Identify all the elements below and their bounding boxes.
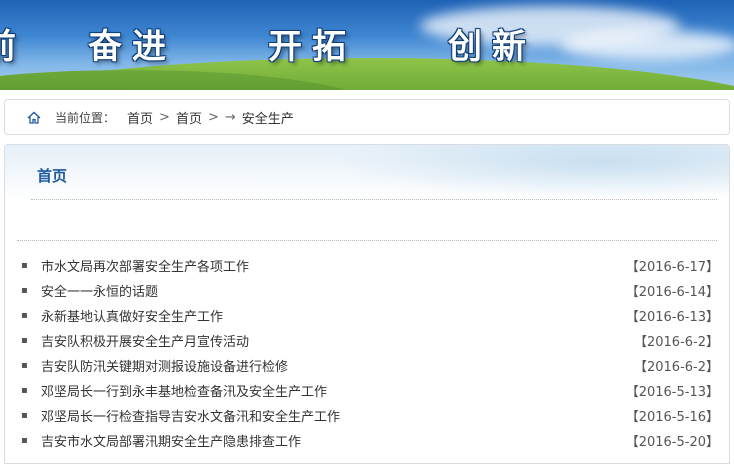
bullet-icon: ▪ [21, 435, 28, 446]
breadcrumb-current[interactable]: 安全生产 [242, 108, 294, 127]
news-item[interactable]: ▪ 市水文局再次部署安全生产各项工作 【2016-6-17】 [19, 253, 719, 278]
panel-title: 首页 [37, 167, 68, 185]
panel-header: 首页 [5, 145, 729, 201]
breadcrumb-label: 当前位置： [55, 110, 116, 125]
bullet-icon: ▪ [21, 360, 28, 371]
panel-decoration [309, 145, 729, 201]
news-title[interactable]: 吉安市水文局部署汛期安全生产隐患排查工作 [41, 431, 626, 450]
divider [17, 240, 717, 241]
bullet-icon: ▪ [21, 310, 28, 321]
banner-slogan-2: 开拓 [268, 26, 356, 67]
news-date: 【2016-6-2】 [633, 335, 719, 350]
news-list: ▪ 市水文局再次部署安全生产各项工作 【2016-6-17】 ▪ 安全一一永恒的… [19, 253, 719, 453]
news-date: 【2016-6-17】 [625, 260, 719, 275]
banner-slogan-fragment: 前 [0, 18, 26, 68]
news-title[interactable]: 安全一一永恒的话题 [41, 281, 626, 300]
bullet-icon: ▪ [21, 285, 28, 296]
bullet-icon: ▪ [21, 410, 28, 421]
news-item[interactable]: ▪ 吉安市水文局部署汛期安全生产隐患排查工作 【2016-5-20】 [19, 428, 719, 453]
news-title[interactable]: 邓坚局长一行检查指导吉安水文备汛和安全生产工作 [41, 406, 626, 425]
news-item[interactable]: ▪ 邓坚局长一行到永丰基地检查备汛及安全生产工作 【2016-5-13】 [19, 378, 719, 403]
banner-slogan-1: 奋进 [88, 26, 176, 67]
news-title[interactable]: 吉安队防汛关键期对测报设施设备进行检修 [41, 356, 634, 375]
bullet-icon: ▪ [21, 260, 28, 271]
header-banner: 前 奋进 开拓 创新 [0, 0, 734, 90]
breadcrumb-home-link-2[interactable]: 首页 [176, 108, 202, 127]
bullet-icon: ▪ [21, 385, 28, 396]
news-item[interactable]: ▪ 永新基地认真做好安全生产工作 【2016-6-13】 [19, 303, 719, 328]
breadcrumb-separator: > [207, 109, 219, 125]
breadcrumb-arrow: → [224, 109, 236, 125]
news-title[interactable]: 邓坚局长一行到永丰基地检查备汛及安全生产工作 [41, 381, 626, 400]
breadcrumb-separator: > [159, 109, 170, 125]
breadcrumb-home-link[interactable]: 首页 [127, 108, 153, 127]
bullet-icon: ▪ [21, 335, 28, 346]
breadcrumb: 当前位置： 首页 > 首页 > → 安全生产 [4, 99, 730, 135]
news-title[interactable]: 吉安队积极开展安全生产月宣传活动 [41, 331, 634, 350]
news-title[interactable]: 市水文局再次部署安全生产各项工作 [41, 256, 626, 275]
banner-slogan-3: 创新 [448, 26, 536, 67]
news-date: 【2016-5-13】 [625, 385, 719, 400]
divider [31, 199, 717, 200]
banner-cloud [560, 30, 734, 60]
news-item[interactable]: ▪ 安全一一永恒的话题 【2016-6-14】 [19, 278, 719, 303]
home-icon[interactable] [27, 111, 49, 124]
news-date: 【2016-6-13】 [625, 310, 719, 325]
content-panel: 首页 ▪ 市水文局再次部署安全生产各项工作 【2016-6-17】 ▪ 安全一一… [4, 144, 730, 464]
news-item[interactable]: ▪ 吉安队积极开展安全生产月宣传活动 【2016-6-2】 [19, 328, 719, 353]
news-date: 【2016-6-2】 [633, 360, 719, 375]
news-item[interactable]: ▪ 邓坚局长一行检查指导吉安水文备汛和安全生产工作 【2016-5-16】 [19, 403, 719, 428]
news-date: 【2016-6-14】 [625, 285, 719, 300]
news-date: 【2016-5-16】 [625, 410, 719, 425]
news-date: 【2016-5-20】 [625, 435, 719, 450]
news-title[interactable]: 永新基地认真做好安全生产工作 [41, 306, 626, 325]
news-item[interactable]: ▪ 吉安队防汛关键期对测报设施设备进行检修 【2016-6-2】 [19, 353, 719, 378]
